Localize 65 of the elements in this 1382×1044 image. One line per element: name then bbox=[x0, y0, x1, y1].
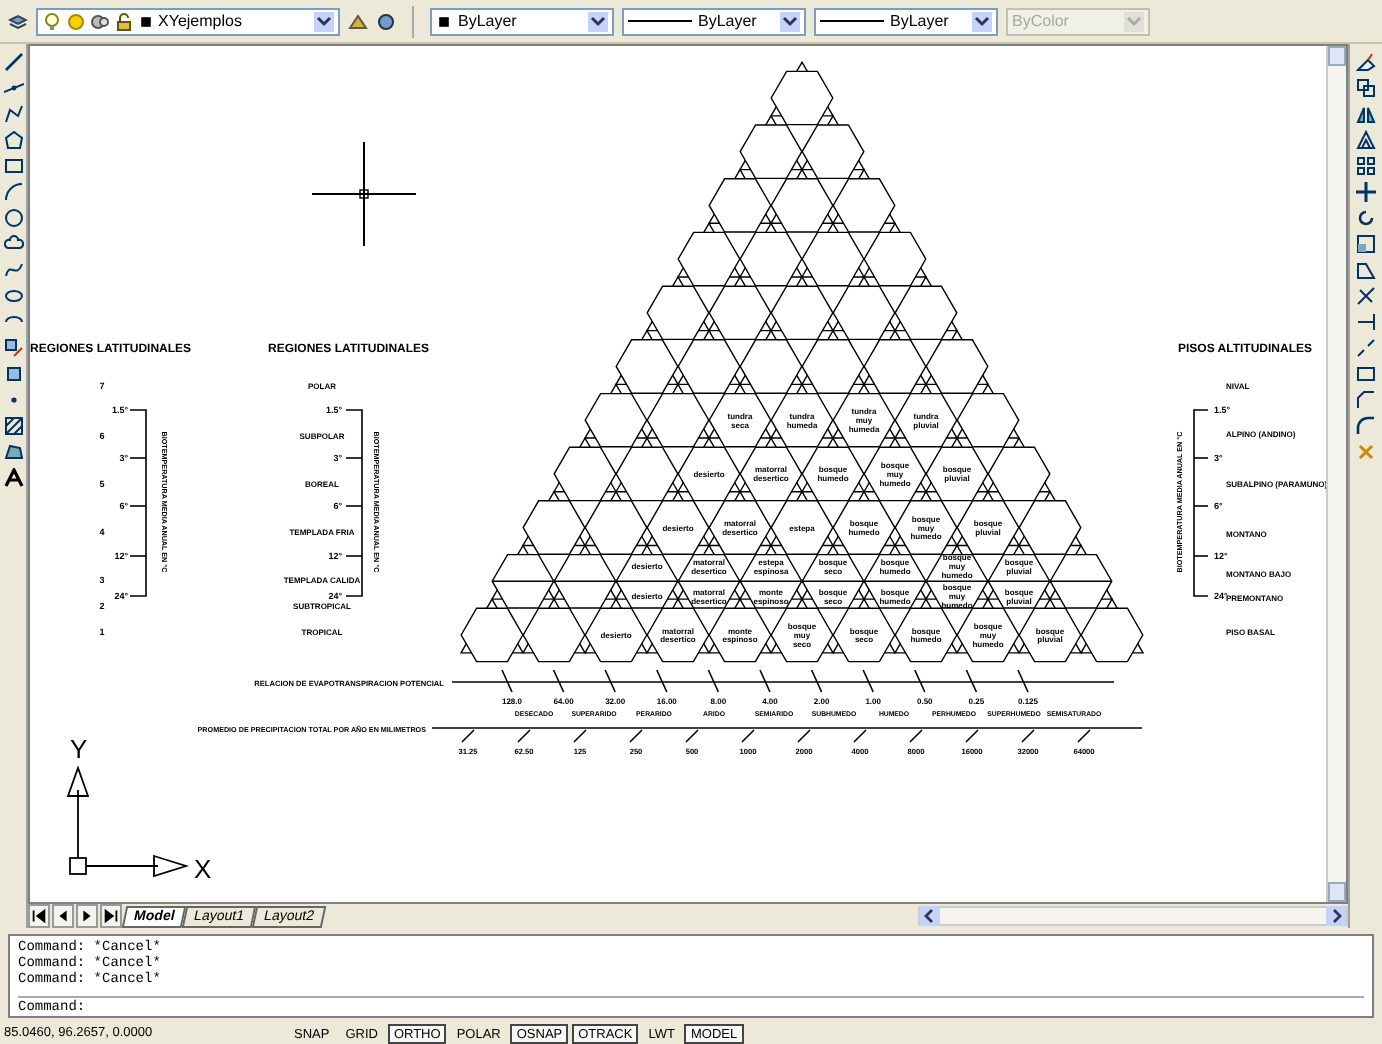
insert-block-icon[interactable] bbox=[3, 338, 23, 358]
polygon-icon[interactable] bbox=[3, 130, 23, 150]
layer-dropdown[interactable]: XYejemplos bbox=[36, 7, 340, 35]
dropdown-arrow-icon[interactable] bbox=[314, 11, 334, 31]
previous-tab-icon[interactable] bbox=[52, 904, 74, 928]
crosshair-cursor-icon bbox=[311, 141, 417, 247]
layer-name: XYejemplos bbox=[158, 9, 244, 33]
spline-icon[interactable] bbox=[3, 260, 23, 280]
make-block-icon[interactable] bbox=[3, 364, 23, 384]
text-icon[interactable] bbox=[3, 468, 23, 488]
lineweight-dropdown[interactable]: ByLayer bbox=[814, 7, 998, 35]
array-icon[interactable] bbox=[1356, 156, 1376, 176]
polyline-icon[interactable] bbox=[3, 104, 23, 124]
join-icon[interactable] bbox=[1356, 364, 1376, 384]
layer-previous-icon[interactable] bbox=[348, 11, 368, 31]
region-icon[interactable] bbox=[3, 442, 23, 462]
rectangle-icon[interactable] bbox=[3, 156, 23, 176]
combo-value: ByLayer bbox=[698, 9, 759, 33]
chamfer-icon[interactable] bbox=[1356, 390, 1376, 410]
color-swatch-icon[interactable] bbox=[436, 11, 452, 31]
ucs-y-label: Y bbox=[70, 734, 88, 764]
ucs-x-label: X bbox=[194, 854, 212, 882]
line-sample-icon bbox=[820, 20, 884, 22]
move-icon[interactable] bbox=[1356, 182, 1376, 202]
color-swatch-icon[interactable] bbox=[138, 11, 154, 31]
trim-icon[interactable] bbox=[1356, 286, 1376, 306]
last-tab-icon[interactable] bbox=[100, 904, 122, 928]
color-dropdown[interactable]: ByLayer bbox=[430, 7, 614, 35]
copy-icon[interactable] bbox=[1356, 78, 1376, 98]
construction-line-icon[interactable] bbox=[3, 78, 23, 98]
scale-icon[interactable] bbox=[1356, 234, 1376, 254]
circle-icon[interactable] bbox=[3, 208, 23, 228]
break-icon[interactable] bbox=[1356, 338, 1376, 358]
lightbulb-icon[interactable] bbox=[42, 11, 62, 31]
line-sample-icon bbox=[628, 20, 692, 22]
hatch-icon[interactable] bbox=[3, 416, 23, 436]
combo-value: ByLayer bbox=[890, 9, 951, 33]
layer-settings-icon[interactable] bbox=[376, 11, 396, 31]
first-tab-icon[interactable] bbox=[28, 904, 50, 928]
combo-value: ByLayer bbox=[458, 9, 519, 33]
fillet-icon[interactable] bbox=[1356, 416, 1376, 436]
stretch-icon[interactable] bbox=[1356, 260, 1376, 280]
dropdown-arrow-icon[interactable] bbox=[780, 11, 800, 31]
next-tab-icon[interactable] bbox=[76, 904, 98, 928]
line-icon[interactable] bbox=[3, 52, 23, 72]
sun-icon[interactable] bbox=[66, 11, 86, 31]
scroll-right-icon[interactable] bbox=[1326, 906, 1346, 926]
dropdown-arrow-icon[interactable] bbox=[972, 11, 992, 31]
layer-state-icon[interactable] bbox=[90, 11, 110, 31]
combo-value: ByColor bbox=[1012, 9, 1071, 33]
offset-icon[interactable] bbox=[1356, 130, 1376, 150]
scroll-left-icon[interactable] bbox=[920, 906, 940, 926]
lock-icon[interactable] bbox=[114, 11, 134, 31]
layers-icon[interactable] bbox=[8, 11, 28, 31]
dropdown-arrow-icon[interactable] bbox=[588, 11, 608, 31]
linetype-dropdown[interactable]: ByLayer bbox=[622, 7, 806, 35]
mirror-icon[interactable] bbox=[1356, 104, 1376, 124]
ellipse-icon[interactable] bbox=[3, 286, 23, 306]
erase-icon[interactable] bbox=[1356, 52, 1376, 72]
arc-icon[interactable] bbox=[3, 182, 23, 202]
extend-icon[interactable] bbox=[1356, 312, 1376, 332]
rotate-icon[interactable] bbox=[1356, 208, 1376, 228]
ucs-axes-icon bbox=[67, 765, 189, 877]
cloud-icon[interactable] bbox=[3, 234, 23, 254]
horizontal-scrollbar[interactable] bbox=[918, 906, 1348, 926]
